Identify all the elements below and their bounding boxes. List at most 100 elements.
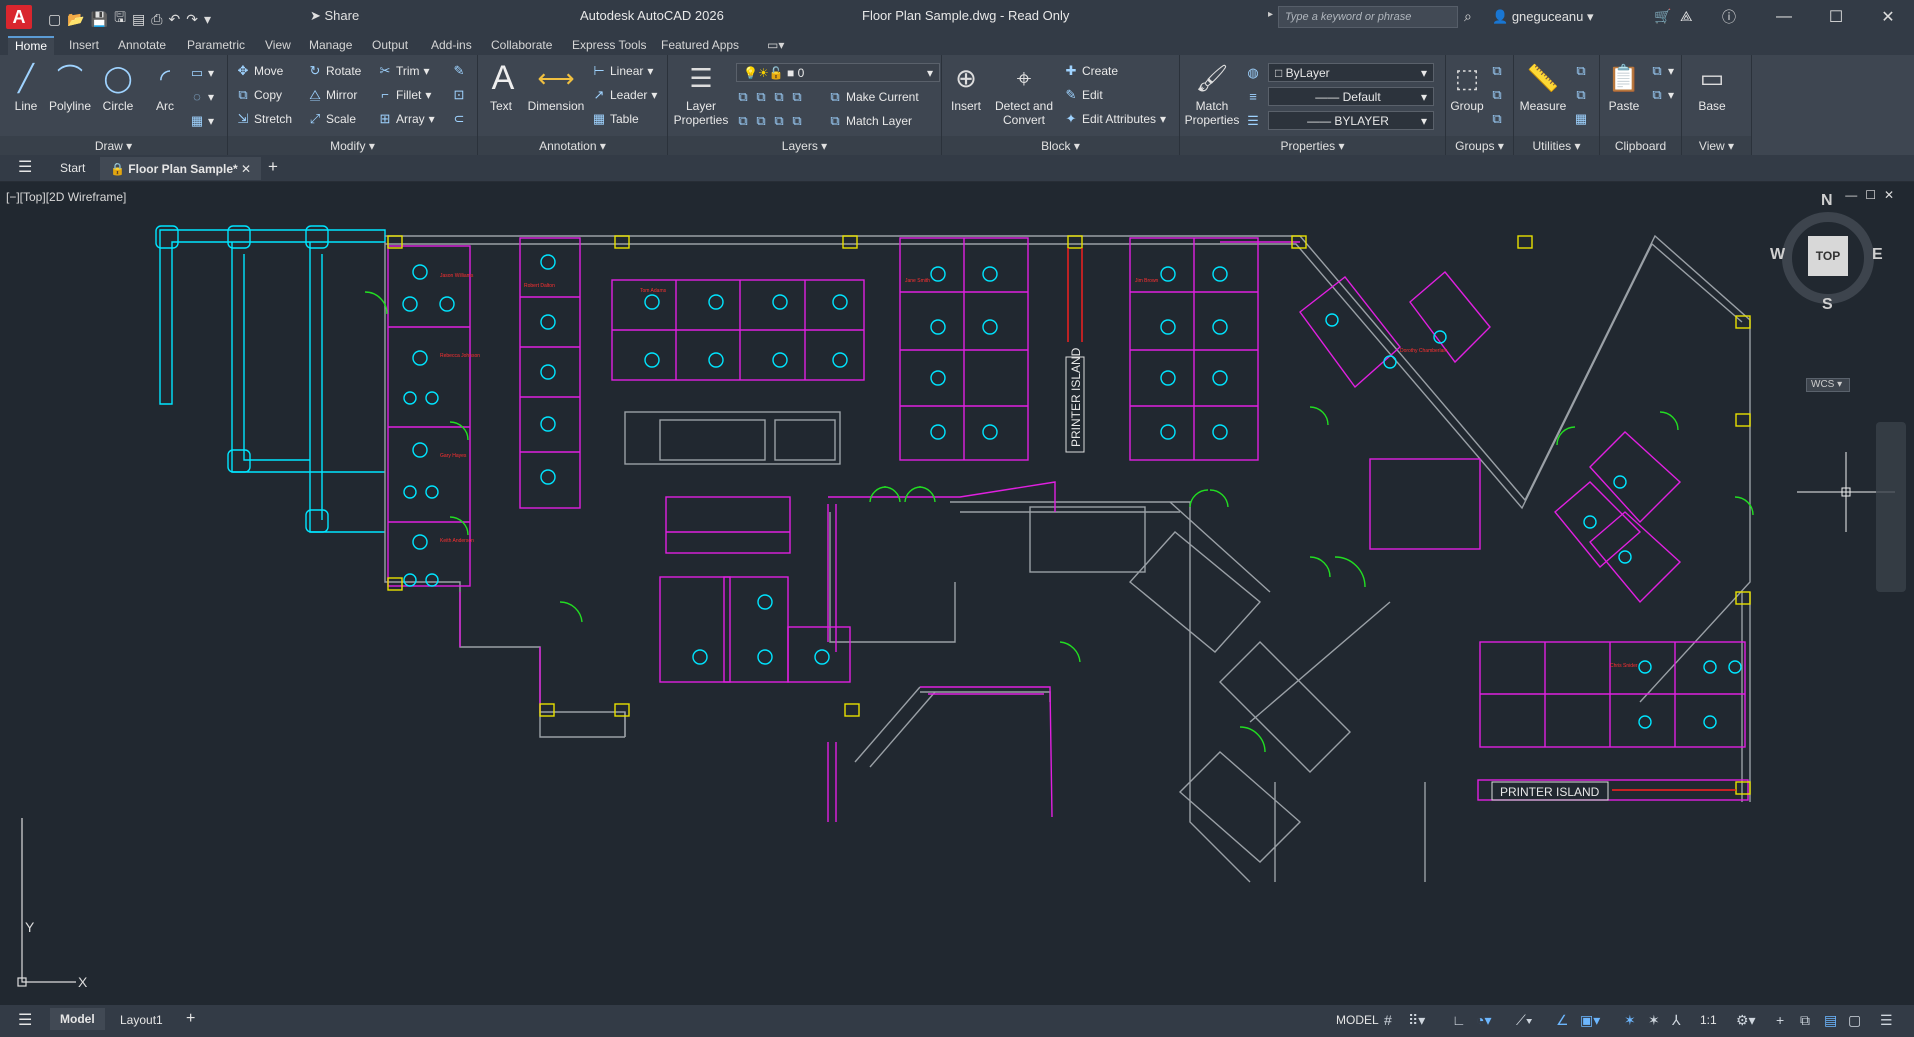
plot-icon[interactable]: ⎙ [151, 11, 162, 28]
base-button[interactable]: ▭ Base [1692, 61, 1732, 113]
tab-featured-apps[interactable]: Featured Apps [654, 36, 746, 55]
tab-add-ins[interactable]: Add-ins [424, 36, 479, 55]
circle-button[interactable]: ◯ Circle [98, 61, 138, 113]
calculator-icon[interactable]: ▦ [1574, 111, 1588, 127]
close-window-icon[interactable]: ✕ [1862, 0, 1914, 34]
customize-status-icon[interactable]: ☰ [1880, 1012, 1893, 1029]
autoscale-icon[interactable]: ✶ [1648, 1012, 1660, 1029]
tab-insert[interactable]: Insert [62, 36, 106, 55]
properties-panel-title[interactable]: Properties ▾ [1180, 136, 1445, 155]
open-file-icon[interactable]: 📂 [67, 11, 84, 28]
match-properties-button[interactable]: 🖌 Match Properties [1184, 61, 1240, 127]
minimize-window-icon[interactable]: — [1758, 0, 1810, 34]
rectangle-icon[interactable]: ▭ ▾ [190, 65, 214, 81]
annotation-visibility-icon[interactable]: ✶ [1624, 1012, 1636, 1029]
polyline-button[interactable]: ⌒ Polyline [46, 61, 94, 113]
scale-button[interactable]: ⤢ Scale [308, 111, 356, 127]
block-panel-title[interactable]: Block ▾ [942, 136, 1179, 155]
maximize-window-icon[interactable]: ☐ [1810, 0, 1862, 34]
modify-panel-title[interactable]: Modify ▾ [228, 136, 477, 155]
add-layout-icon[interactable]: + [186, 1010, 195, 1028]
tab-manage[interactable]: Manage [302, 36, 359, 55]
copy-clip-icon[interactable]: ⧉ ▾ [1650, 87, 1674, 103]
dimension-button[interactable]: ⟷ Dimension [524, 61, 588, 113]
table-button[interactable]: ▦ Table [592, 111, 639, 127]
clipboard-panel-title[interactable]: Clipboard [1600, 136, 1681, 155]
help-icon[interactable]: ⓘ [1722, 7, 1736, 27]
paste-button[interactable]: 📋 Paste [1604, 61, 1644, 113]
autocad-logo-icon[interactable]: A [6, 5, 32, 29]
match-layer-button[interactable]: ⧉ Match Layer [828, 113, 912, 129]
group-select-icon[interactable]: ⧉ [1490, 111, 1504, 127]
hatch-icon[interactable]: ◌ ▾ [190, 89, 214, 104]
search-input[interactable]: Type a keyword or phrase [1278, 6, 1458, 28]
navigation-bar[interactable] [1876, 422, 1906, 592]
new-tab-icon[interactable]: + [268, 157, 278, 177]
edit-attributes-button[interactable]: ✦ Edit Attributes ▾ [1064, 111, 1167, 127]
tab-start[interactable]: Start [60, 161, 85, 175]
fillet-button[interactable]: ⌐ Fillet ▾ [378, 87, 431, 102]
compass-west[interactable]: W [1770, 246, 1785, 264]
layer-dropdown[interactable]: 💡☀🔓 ■ 0 ▾ [736, 63, 940, 82]
object-snap-icon[interactable]: ▣▾ [1580, 1012, 1600, 1029]
tab-home[interactable]: Home [8, 36, 55, 55]
annotation-monitor-icon[interactable]: + [1776, 1012, 1784, 1028]
viewcube[interactable]: TOP N S W E [1768, 190, 1888, 330]
ribbon-display-toggle-icon[interactable]: ▭▾ [760, 36, 791, 55]
ungroup-icon[interactable]: ⧉ [1490, 63, 1504, 79]
draw-panel-title[interactable]: Draw ▾ [0, 136, 227, 155]
save-icon[interactable]: 💾 [91, 11, 108, 28]
object-snap-tracking-icon[interactable]: ∠ [1556, 1012, 1569, 1029]
id-point-icon[interactable]: ⧉ [1574, 63, 1588, 79]
new-file-icon[interactable]: ▢ [48, 11, 61, 28]
save-as-icon[interactable]: 🖫 [114, 7, 126, 31]
edit-block-button[interactable]: ✎ Edit [1064, 87, 1103, 103]
arc-button[interactable]: ◜ Arc [145, 61, 185, 113]
status-menu-icon[interactable]: ☰ [18, 1010, 32, 1030]
clean-screen-icon[interactable]: ▢ [1848, 1012, 1861, 1029]
compass-north[interactable]: N [1821, 192, 1833, 210]
rotate-button[interactable]: ↻ Rotate [308, 63, 362, 79]
tab-collaborate[interactable]: Collaborate [484, 36, 559, 55]
utilities-panel-title[interactable]: Utilities ▾ [1514, 136, 1599, 155]
undo-icon[interactable]: ↶ [168, 11, 180, 28]
share-button[interactable]: ➤ Share [310, 8, 359, 24]
annotation-panel-title[interactable]: Annotation ▾ [478, 136, 667, 155]
drawing-viewport[interactable]: [−][Top][2D Wireframe] —☐✕ Jason William… [0, 182, 1914, 998]
cart-icon[interactable]: 🛒 [1654, 8, 1671, 25]
viewcube-top-face[interactable]: TOP [1808, 236, 1848, 276]
groups-panel-title[interactable]: Groups ▾ [1446, 136, 1513, 155]
grid-icon[interactable]: # [1384, 1012, 1392, 1028]
view-panel-title[interactable]: View ▾ [1682, 136, 1751, 155]
line-button[interactable]: ╱ Line [8, 61, 44, 113]
hamburger-menu-icon[interactable]: ☰ [18, 157, 32, 177]
tab-express-tools[interactable]: Express Tools [565, 36, 653, 55]
group-button[interactable]: ⬚ Group [1450, 61, 1484, 113]
close-tab-icon[interactable]: ✕ [241, 162, 251, 176]
customize-qat-icon[interactable]: ▾ [204, 11, 211, 28]
search-icon[interactable]: ⌕ [1464, 8, 1472, 25]
measure-button[interactable]: 📏 Measure [1518, 61, 1568, 113]
tab-floor-plan[interactable]: 🔒 Floor Plan Sample* ✕ [100, 157, 262, 180]
quick-properties-icon[interactable]: ▤ [1824, 1012, 1837, 1029]
array-button[interactable]: ⊞ Array ▾ [378, 111, 435, 127]
linetype-dropdown[interactable]: —— BYLAYER ▾ [1268, 111, 1434, 130]
isodraft-icon[interactable]: ⟋▾ [1516, 1012, 1533, 1029]
layer-tools-row-1[interactable]: ⧉ ⧉ ⧉ ⧉ [736, 89, 804, 105]
tab-view[interactable]: View [258, 36, 298, 55]
make-current-button[interactable]: ⧉ Make Current [828, 89, 918, 105]
tab-model[interactable]: Model [50, 1008, 105, 1030]
user-account[interactable]: 👤 gneguceanu ▾ [1492, 9, 1594, 25]
compass-east[interactable]: E [1872, 246, 1883, 264]
erase-icon[interactable]: ✎ [452, 63, 466, 79]
redo-icon[interactable]: ↷ [186, 11, 198, 28]
trim-button[interactable]: ✂ Trim ▾ [378, 63, 430, 79]
layer-properties-button[interactable]: ☰ Layer Properties [672, 61, 730, 127]
workspace-gear-icon[interactable]: ⚙▾ [1736, 1012, 1756, 1029]
leader-button[interactable]: ↗ Leader ▾ [592, 87, 658, 103]
layers-panel-title[interactable]: Layers ▾ [668, 136, 941, 155]
tab-output[interactable]: Output [365, 36, 415, 55]
quick-select-icon[interactable]: ⧉ [1574, 87, 1588, 103]
stretch-button[interactable]: ⇲ Stretch [236, 111, 292, 127]
polar-tracking-icon[interactable]: ◔▾ [1476, 1012, 1491, 1029]
